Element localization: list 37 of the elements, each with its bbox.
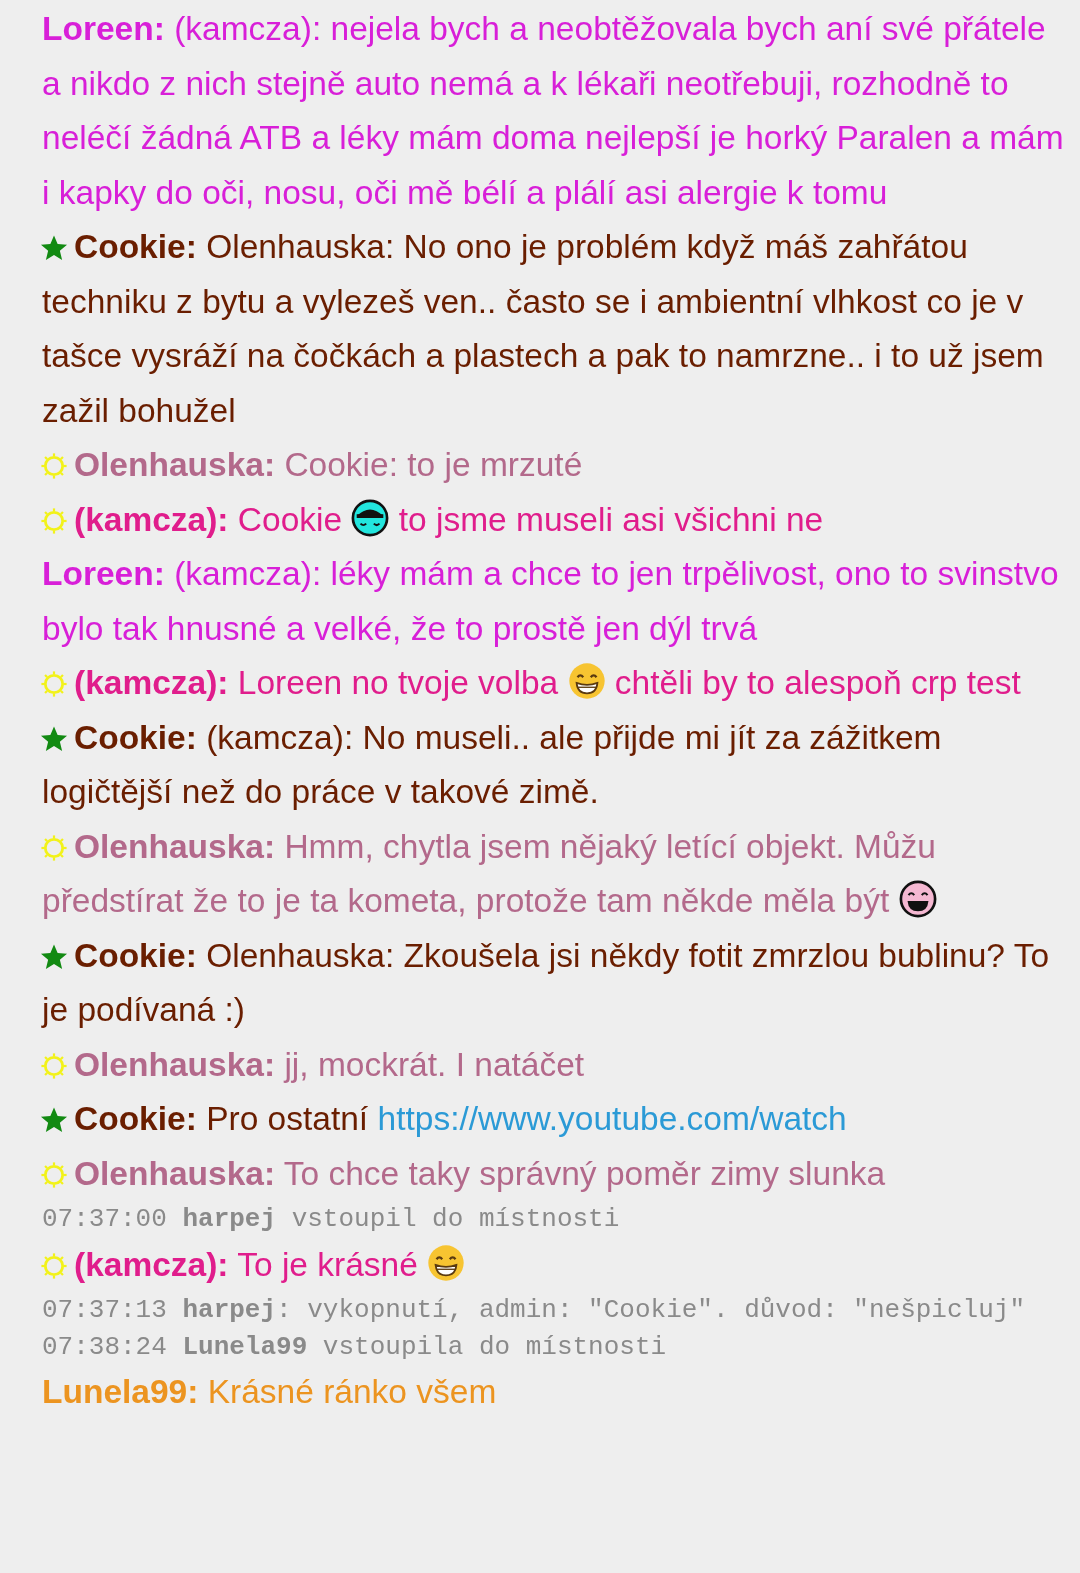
chat-message: (kamcza): To je krásné bbox=[42, 1237, 1066, 1292]
timestamp: 07:38:24 bbox=[42, 1331, 167, 1362]
chat-message: Olenhauska: Cookie: to je mrzuté bbox=[42, 438, 1066, 493]
star-icon bbox=[40, 234, 68, 262]
sun-icon bbox=[40, 1251, 68, 1280]
username: harpej bbox=[182, 1295, 277, 1325]
chat-message: Cookie: Olenhauska: Zkoušela jsi někdy fotit zmrzlou bublinu? To je podívaná :) bbox=[42, 935, 1051, 1030]
chat-message: Olenhauska: To chce taky správný poměr zimy slunka bbox=[42, 1146, 1066, 1201]
star-icon bbox=[40, 1106, 68, 1134]
chat-message: Loreen: (kamcza): léky mám a chce to jen trpělivost, ono to svinstvo bylo tak hnusné a velké, že to prostě jen dýl trvá bbox=[42, 554, 1060, 649]
message-link[interactable]: https://www.youtube.com/watch bbox=[377, 1100, 847, 1137]
chat-message: Cookie: Olenhauska: No ono je problém když máš zahřátou techniku z bytu a vylezeš ven.. často se i ambientní vlhkost co je v tašce vysráží na čočkách a plastech a pak to namrzne.. i to už jsem zažil bohužel bbox=[42, 227, 1045, 431]
grinning-face-icon bbox=[427, 1243, 466, 1282]
system-message: vstoupil do místnosti bbox=[290, 1204, 620, 1234]
chat-message: Olenhauska: jj, mockrát. I natáčet bbox=[42, 1037, 1066, 1092]
sun-icon bbox=[40, 452, 68, 480]
sunglasses-smiley-icon bbox=[351, 498, 390, 537]
timestamp: 07:37:00 bbox=[42, 1204, 167, 1234]
chat-message: Cookie: Pro ostatní https://www.youtube.com/watch bbox=[42, 1092, 1066, 1147]
chat-message: Loreen: (kamcza): nejela bych a neobtěžovala bych aní své přátele a nikdo z nich stejně auto nemá a k lékaři neotřebuji, rozhodně to neléčí žádná ATB a léky mám doma nejlepší je horký Paralen a mám i kapky do oči, nosu, oči mě bélí a plálí asi alergie k tomu bbox=[42, 9, 1065, 213]
sun-icon bbox=[40, 506, 68, 535]
timestamp: 07:37:13 bbox=[42, 1295, 167, 1325]
sun-icon bbox=[40, 670, 68, 698]
chat-message: Lunela99: Krásné ránko všem bbox=[42, 1372, 498, 1412]
chat-message: (kamcza): Loreen no tvoje volba chtěli by to alespoň crp test bbox=[42, 656, 1066, 711]
sun-icon bbox=[40, 1051, 68, 1080]
chat-message: Cookie: (kamcza): No museli.. ale přijde mi jít za zážitkem logičtější než do práce v takové zimě. bbox=[42, 717, 943, 812]
grinning-face-icon bbox=[567, 662, 606, 700]
chat-message: (kamcza): Cookie to jsme museli asi všichni ne bbox=[42, 492, 1066, 547]
laughing-smiley-icon bbox=[898, 880, 937, 918]
sun-icon bbox=[40, 833, 68, 862]
system-message: vstoupila do místnosti bbox=[321, 1331, 667, 1362]
chat-message: Olenhauska: Hmm, chytla jsem nějaký letící objekt. Můžu předstírat že to je ta kometa, protože tam někde měla být bbox=[42, 826, 938, 921]
sun-icon bbox=[40, 1160, 68, 1189]
system-message: : vykopnutí, admin: "Cookie". důvod: "nešpicluj" bbox=[276, 1295, 1025, 1325]
username: harpej bbox=[182, 1204, 277, 1234]
username: Lunela99 bbox=[182, 1331, 308, 1362]
